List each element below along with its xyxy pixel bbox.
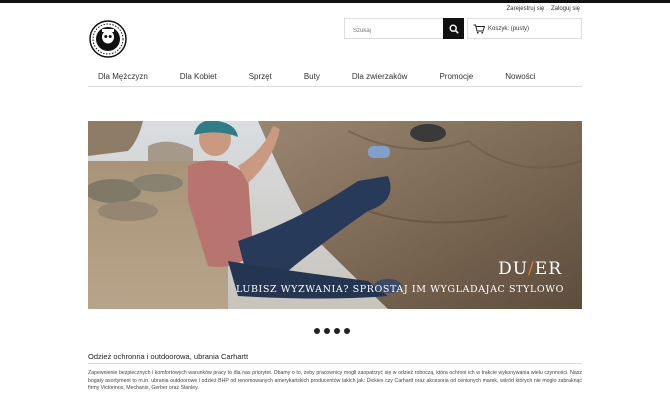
cart-summary: Koszyk: (pusty): [488, 26, 529, 32]
banner-brand-logo: DU/ER: [498, 259, 562, 279]
nav-item-men[interactable]: Dla Mężczyzn: [88, 67, 148, 86]
register-link[interactable]: Zarejestruj się: [507, 6, 545, 12]
slider-dot-3[interactable]: [334, 328, 340, 334]
nav-item-new[interactable]: Nowości: [495, 67, 535, 86]
slider-dots: [314, 328, 354, 334]
logo[interactable]: [89, 20, 127, 58]
brand-part-1: DU: [498, 259, 529, 279]
about-text: Zapewnienie bezpiecznych i komfortowych …: [88, 370, 582, 392]
login-link[interactable]: Zaloguj się: [551, 6, 580, 12]
nav-item-promotions[interactable]: Promocje: [429, 67, 473, 86]
logo-emblem-icon: [89, 20, 127, 58]
hero-photo: [88, 121, 582, 309]
user-links: Zarejestruj się Zaloguj się: [502, 6, 580, 12]
cart-button[interactable]: Koszyk: (pusty): [467, 18, 582, 39]
slider-dot-4[interactable]: [344, 328, 350, 334]
about-title: Odzież ochronna i outdoorowa, ubrania Ca…: [88, 352, 249, 361]
banner-tagline: LUBISZ WYZWANIA? SPROSTAJ IM WYGLADAJAC …: [235, 284, 564, 295]
top-bar: [0, 0, 670, 3]
main-nav: Dla Mężczyzn Dla Kobiet Sprzęt Buty Dla …: [88, 67, 582, 87]
about-divider: [88, 363, 582, 364]
cart-status: (pusty): [510, 25, 530, 32]
nav-item-gear[interactable]: Sprzęt: [239, 67, 272, 86]
nav-item-pets[interactable]: Dla zwierzaków: [342, 67, 408, 86]
cart-icon: [473, 24, 485, 34]
search-icon: [448, 23, 459, 34]
search-box: [344, 18, 464, 41]
cart-label: Koszyk:: [488, 25, 510, 32]
nav-item-shoes[interactable]: Buty: [294, 67, 320, 86]
search-button[interactable]: [443, 18, 464, 39]
slider-dot-2[interactable]: [324, 328, 330, 334]
nav-item-women[interactable]: Dla Kobiet: [170, 67, 217, 86]
brand-part-2: ER: [534, 259, 562, 279]
search-input[interactable]: [345, 21, 443, 41]
hero-banner[interactable]: DU/ER LUBISZ WYZWANIA? SPROSTAJ IM WYGLA…: [88, 121, 582, 309]
slider-dot-1[interactable]: [314, 328, 320, 334]
brand-slash: /: [528, 259, 535, 279]
